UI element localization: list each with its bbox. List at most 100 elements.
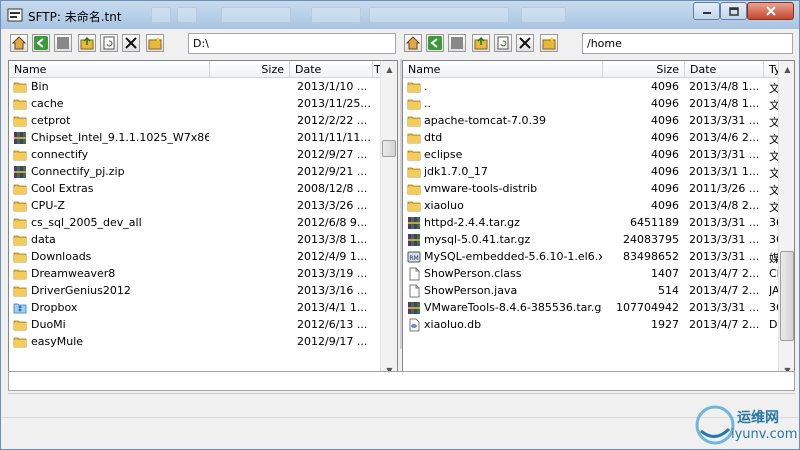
- cell-name: cache: [31, 97, 64, 110]
- local-file-row[interactable]: cs_sql_2005_dev_all 2012/6/8 9...: [9, 215, 381, 232]
- col-header-date[interactable]: Date: [685, 61, 764, 78]
- remote-file-row[interactable]: xiaoluo.db19272013/4/7 2...Date: [403, 317, 794, 334]
- local-file-list: Name Size Date T Bin 2013/1/10 ... cache 20…: [8, 60, 398, 380]
- local-rows: Bin 2013/1/10 ... cache 2013/11/25... cetpro…: [9, 79, 381, 351]
- cell-name: CPU-Z: [31, 199, 65, 212]
- parent-folder-button[interactable]: [472, 34, 490, 52]
- cell-size: 1927: [651, 318, 679, 331]
- local-file-row[interactable]: cetprot 2012/2/22 ...: [9, 113, 381, 130]
- cell-date: 2013/4/7 2...: [689, 318, 760, 331]
- cell-size: 4096: [651, 97, 679, 110]
- col-header-name[interactable]: Name: [9, 61, 210, 78]
- local-file-row[interactable]: Dropbox 2013/4/1 1...: [9, 300, 381, 317]
- local-file-row[interactable]: cache 2013/11/25...: [9, 96, 381, 113]
- folder-icon: [407, 80, 421, 94]
- title-bar[interactable]: SFTP: 未命名.tnt: [1, 1, 799, 29]
- col-header-size[interactable]: Size: [603, 61, 685, 78]
- folder-icon: [13, 199, 27, 213]
- cell-date: 2011/3/26 ...: [689, 182, 760, 195]
- local-file-row[interactable]: Cool Extras 2008/12/8 ...: [9, 181, 381, 198]
- scroll-thumb[interactable]: [780, 251, 794, 341]
- local-file-row[interactable]: easyMule 2012/9/17 ...: [9, 334, 381, 351]
- cell-date: 2013/3/31 ...: [689, 250, 760, 263]
- local-file-row[interactable]: DriverGenius2012 2013/3/16 ...: [9, 283, 381, 300]
- remote-file-row[interactable]: jdk1.7.0_1740962013/3/1 1...文件: [403, 164, 794, 181]
- cell-name: vmware-tools-distrib: [424, 182, 538, 195]
- log-panel: [8, 393, 795, 413]
- local-file-row[interactable]: CPU-Z 2013/3/26 ...: [9, 198, 381, 215]
- home-button[interactable]: [10, 34, 28, 52]
- remote-file-row[interactable]: vmware-tools-distrib40962011/3/26 ...文件: [403, 181, 794, 198]
- remote-file-row[interactable]: apache-tomcat-7.0.3940962013/3/31 ...文件: [403, 113, 794, 130]
- cell-date: 2013/4/1 1...: [297, 301, 368, 314]
- scroll-up-arrow[interactable]: ▲: [381, 61, 397, 78]
- folder-up-icon: [80, 36, 94, 50]
- refresh-button[interactable]: [494, 34, 512, 52]
- cell-name: Dropbox: [31, 301, 78, 314]
- cell-name: .: [424, 80, 428, 93]
- cell-size: 514: [658, 284, 679, 297]
- cell-name: apache-tomcat-7.0.39: [424, 114, 547, 127]
- new-folder-button[interactable]: [146, 34, 164, 52]
- delete-x-icon: [125, 37, 137, 49]
- back-arrow-icon: [428, 36, 442, 50]
- cell-size: 6451189: [630, 216, 679, 229]
- remote-file-row[interactable]: eclipse40962013/3/31 ...文件: [403, 147, 794, 164]
- cell-date: 2008/12/8 ...: [297, 182, 368, 195]
- local-file-row[interactable]: connectify 2012/9/27 ...: [9, 147, 381, 164]
- col-header-date[interactable]: Date: [290, 61, 373, 78]
- scroll-thumb[interactable]: [382, 140, 396, 157]
- delete-button[interactable]: [122, 34, 140, 52]
- remote-file-row[interactable]: .40962013/4/8 1...文件: [403, 79, 794, 96]
- col-header-name[interactable]: Name: [403, 61, 603, 78]
- maximize-button[interactable]: [720, 2, 747, 20]
- remote-file-row[interactable]: ShowPerson.java5142013/4/7 2...JAVA: [403, 283, 794, 300]
- stop-button[interactable]: [54, 34, 72, 52]
- local-file-row[interactable]: Chipset_Intel_9.1.1.1025_W7x86... 2011/11…: [9, 130, 381, 147]
- home-icon: [406, 36, 420, 50]
- remote-file-row[interactable]: ..40962013/4/8 1...文件: [403, 96, 794, 113]
- home-button[interactable]: [404, 34, 422, 52]
- stop-button[interactable]: [448, 34, 466, 52]
- delete-button[interactable]: [516, 34, 534, 52]
- cell-date: 2012/4/9 1...: [297, 250, 368, 263]
- local-file-row[interactable]: DuoMi 2012/6/13 ...: [9, 317, 381, 334]
- minimize-icon: [702, 12, 711, 14]
- remote-toolbar: /home: [402, 31, 795, 57]
- local-file-row[interactable]: Connectify_pj.zip 2012/9/21 ...: [9, 164, 381, 181]
- remote-file-row[interactable]: httpd-2.4.4.tar.gz64511892013/3/31 ...36…: [403, 215, 794, 232]
- local-path-input[interactable]: D:\: [188, 33, 396, 54]
- remote-list-header: Name Size Date Type: [403, 61, 794, 78]
- local-file-row[interactable]: Bin 2013/1/10 ...: [9, 79, 381, 96]
- close-button[interactable]: [747, 2, 794, 20]
- cell-date: 2012/9/21 ...: [297, 165, 368, 178]
- remote-path-input[interactable]: /home: [582, 33, 793, 54]
- back-button[interactable]: [426, 34, 444, 52]
- remote-file-row[interactable]: dtd40962013/4/6 2...文件: [403, 130, 794, 147]
- window-title: SFTP: 未命名.tnt: [28, 10, 122, 24]
- remote-file-row[interactable]: mysql-5.0.41.tar.gz 24083795 2013/3/31 ...…: [403, 232, 794, 249]
- delete-x-icon: [519, 37, 531, 49]
- new-folder-button[interactable]: [540, 34, 558, 52]
- cell-date: 2013/3/31 ...: [689, 114, 760, 127]
- local-file-row[interactable]: data 2013/3/8 1...: [9, 232, 381, 249]
- blurred-toolbar-icons: [221, 7, 291, 23]
- remote-file-row[interactable]: ShowPerson.class14072013/4/7 2...CLAS: [403, 266, 794, 283]
- remote-file-row[interactable]: RM MySQL-embedded-5.6.10-1.el6.x... 834986…: [403, 249, 794, 266]
- folder-icon: [13, 318, 27, 332]
- scroll-up-arrow[interactable]: ▲: [779, 61, 794, 78]
- parent-folder-button[interactable]: [78, 34, 96, 52]
- local-file-row[interactable]: Downloads 2012/4/9 1...: [9, 249, 381, 266]
- back-button[interactable]: [32, 34, 50, 52]
- cell-name: ..: [424, 97, 431, 110]
- cell-size: 4096: [651, 148, 679, 161]
- remote-vertical-scrollbar[interactable]: ▲▼: [778, 61, 794, 379]
- refresh-icon: [497, 36, 509, 50]
- refresh-button[interactable]: [100, 34, 118, 52]
- col-header-size[interactable]: Size: [210, 61, 290, 78]
- local-vertical-scrollbar[interactable]: ▲ ▼: [380, 61, 397, 379]
- minimize-button[interactable]: [693, 2, 720, 20]
- local-file-row[interactable]: Dreamweaver8 2013/3/19 ...: [9, 266, 381, 283]
- remote-file-row[interactable]: xiaoluo40962013/4/8 2...文件: [403, 198, 794, 215]
- remote-file-row[interactable]: VMwareTools-8.4.6-385536.tar.gz 107704942…: [403, 300, 794, 317]
